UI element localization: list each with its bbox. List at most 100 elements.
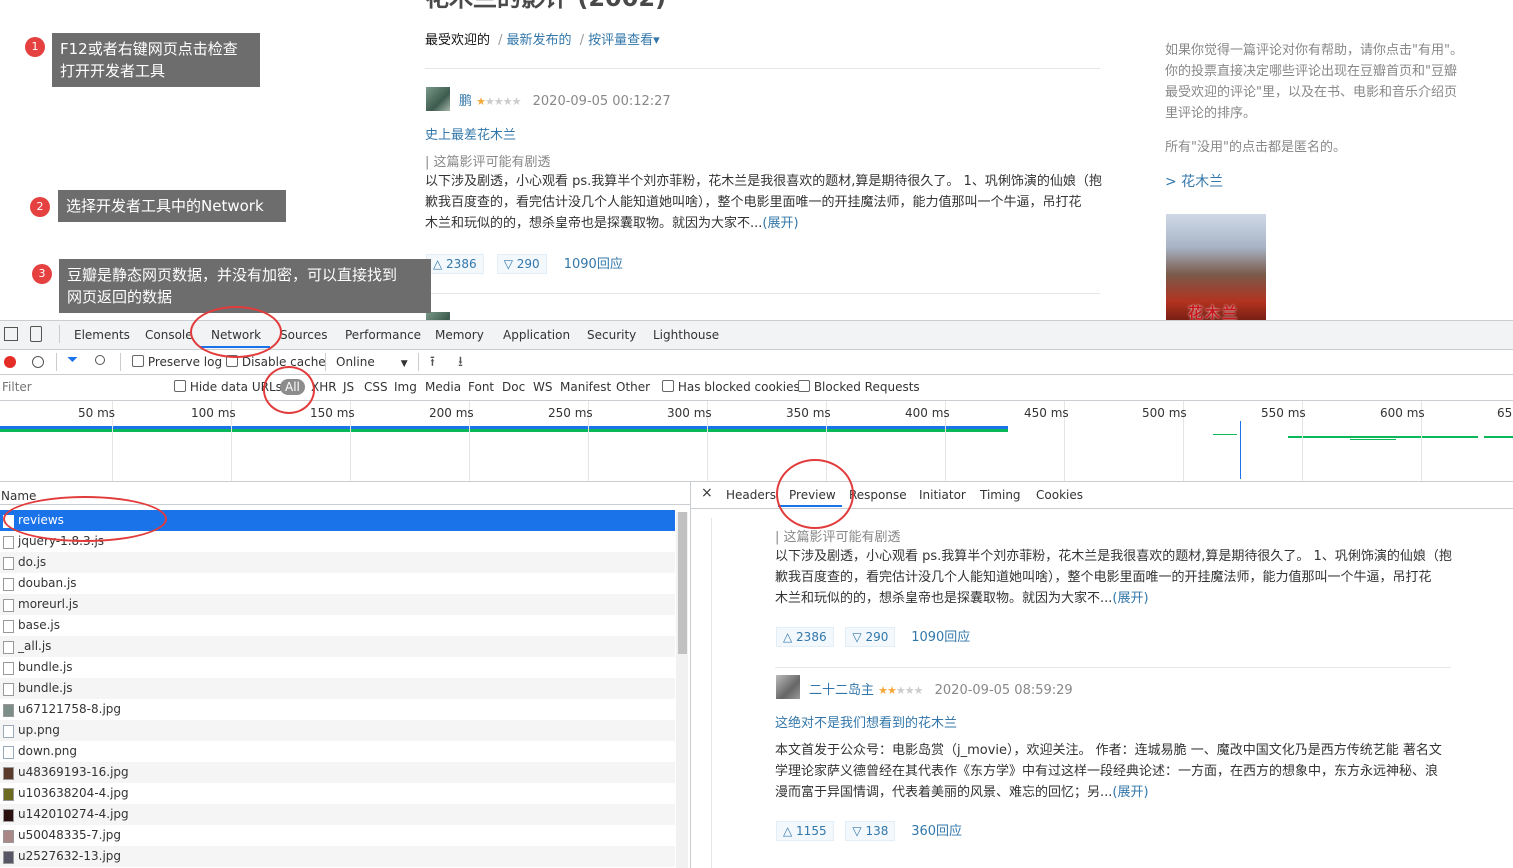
request-row[interactable]: base.js (0, 615, 675, 636)
preserve-log-checkbox[interactable]: Preserve log (132, 355, 222, 369)
request-row[interactable]: u50048335-7.jpg (0, 825, 675, 846)
request-list-scrollbar[interactable] (676, 512, 688, 868)
review-meta: 二十二岛主 ★★★★★ 2020-09-05 08:59:29 (809, 679, 1073, 698)
reviewer-name[interactable]: 二十二岛主 (809, 683, 874, 698)
reviewer-name[interactable]: 鹏 (459, 94, 472, 109)
tab-response[interactable]: Response (849, 488, 907, 502)
upvote-button[interactable]: △ 2386 (776, 627, 834, 647)
tick-label: 150 ms (310, 406, 355, 420)
tab-lighthouse[interactable]: Lighthouse (653, 328, 719, 342)
record-icon[interactable] (4, 356, 16, 368)
filter-type-other[interactable]: Other (616, 380, 650, 394)
scrollbar-thumb[interactable] (678, 512, 687, 654)
expand-link[interactable]: (展开) (1112, 785, 1148, 800)
reviewer-avatar[interactable] (426, 312, 450, 320)
review-meta: 鹏 ★★★★★ 2020-09-05 00:12:27 (459, 90, 671, 109)
clear-icon[interactable] (32, 356, 44, 368)
movie-poster[interactable]: 花木兰 (1166, 214, 1266, 320)
sort-most-popular[interactable]: 最受欢迎的 (425, 33, 490, 48)
downvote-button[interactable]: ▽ 290 (496, 254, 547, 274)
throttling-select[interactable]: Online ▼ (336, 355, 408, 369)
tick-label: 200 ms (429, 406, 474, 420)
request-row[interactable]: bundle.js (0, 678, 675, 699)
tick-label: 250 ms (548, 406, 593, 420)
replies-link[interactable]: 1090回应 (564, 257, 623, 272)
request-row[interactable]: bundle.js (0, 657, 675, 678)
tab-memory[interactable]: Memory (435, 328, 484, 342)
filter-icon[interactable]: ⏷ (67, 352, 78, 368)
search-icon[interactable] (95, 355, 105, 365)
sort-by-rating[interactable]: 按评量查看▾ (588, 33, 660, 48)
tab-performance[interactable]: Performance (345, 328, 421, 342)
filter-type-js[interactable]: JS (343, 380, 354, 394)
highlight-circle (776, 459, 854, 529)
sort-bar: 最受欢迎的 / 最新发布的 / 按评量查看▾ (425, 33, 660, 48)
tick-label: 300 ms (667, 406, 712, 420)
export-har-icon[interactable]: ⭳ (458, 351, 463, 375)
request-row[interactable]: u142010274-4.jpg (0, 804, 675, 825)
highlight-circle (3, 496, 167, 542)
review-excerpt: 本文首发于公众号：电影岛赏（j_movie），欢迎关注。 作者：连城易脆 一、魔… (775, 743, 1442, 800)
tick-label: 600 ms (1380, 406, 1425, 420)
sort-latest[interactable]: 最新发布的 (507, 33, 572, 48)
filter-type-media[interactable]: Media (425, 380, 461, 394)
inspect-element-icon[interactable] (4, 327, 18, 341)
reviewer-avatar[interactable] (776, 675, 800, 699)
filter-type-ws[interactable]: WS (533, 380, 552, 394)
tab-headers[interactable]: Headers (726, 488, 776, 502)
close-icon[interactable]: × (701, 485, 713, 501)
tab-initiator[interactable]: Initiator (919, 488, 966, 502)
review-title-link[interactable]: 史上最差花木兰 (425, 124, 516, 143)
divider (425, 293, 1100, 294)
expand-link[interactable]: (展开) (762, 216, 798, 231)
tick-label: 50 ms (78, 406, 116, 420)
upvote-button[interactable]: △ 1155 (776, 821, 834, 841)
expand-link[interactable]: (展开) (1112, 591, 1148, 606)
request-row[interactable]: do.js (0, 552, 675, 573)
rating-stars: ★★★★★ (476, 95, 521, 108)
filter-type-manifest[interactable]: Manifest (560, 380, 611, 394)
reviewer-avatar[interactable] (426, 87, 450, 111)
review-date: 2020-09-05 08:59:29 (934, 683, 1073, 698)
tab-elements[interactable]: Elements (74, 328, 130, 342)
annotation-note: F12或者右键网页点击检查 打开开发者工具 (52, 33, 260, 87)
filter-type-css[interactable]: CSS (364, 380, 388, 394)
replies-link[interactable]: 1090回应 (911, 630, 970, 645)
downvote-button[interactable]: ▽ 138 (845, 821, 896, 841)
import-har-icon[interactable]: ⭱ (430, 351, 435, 375)
tick-label: 650 (1497, 406, 1513, 420)
review-date: 2020-09-05 00:12:27 (532, 94, 671, 109)
step-badge: 3 (32, 264, 52, 284)
request-row[interactable]: u2527632-13.jpg (0, 846, 675, 867)
step-badge: 2 (30, 197, 50, 217)
blocked-requests-checkbox[interactable]: Blocked Requests (798, 380, 920, 394)
tab-cookies[interactable]: Cookies (1036, 488, 1083, 502)
downvote-button[interactable]: ▽ 290 (845, 627, 896, 647)
tab-security[interactable]: Security (587, 328, 636, 342)
request-row[interactable]: u67121758-8.jpg (0, 699, 675, 720)
upvote-button[interactable]: △ 2386 (426, 254, 484, 274)
tab-console[interactable]: Console (145, 328, 193, 342)
request-row[interactable]: _all.js (0, 636, 675, 657)
request-row[interactable]: u103638204-4.jpg (0, 783, 675, 804)
tab-timing[interactable]: Timing (980, 488, 1021, 502)
movie-link[interactable]: > 花木兰 (1165, 172, 1465, 193)
request-row[interactable]: up.png (0, 720, 675, 741)
request-row[interactable]: douban.js (0, 573, 675, 594)
tab-sources[interactable]: Sources (280, 328, 327, 342)
filter-type-img[interactable]: Img (394, 380, 417, 394)
review-title-link[interactable]: 这绝对不是我们想看到的花木兰 (775, 712, 957, 731)
replies-link[interactable]: 360回应 (911, 824, 962, 839)
device-toolbar-icon[interactable] (30, 326, 42, 342)
review-actions: △ 2386 ▽ 290 1090回应 (776, 626, 970, 647)
has-blocked-cookies-checkbox[interactable]: Has blocked cookies (662, 380, 800, 394)
timeline-ticks: 50 ms 100 ms 150 ms 200 ms 250 ms 300 ms… (0, 401, 1513, 423)
filter-input[interactable] (0, 377, 162, 397)
filter-type-font[interactable]: Font (468, 380, 494, 394)
request-row[interactable]: moreurl.js (0, 594, 675, 615)
filter-type-doc[interactable]: Doc (502, 380, 525, 394)
tab-application[interactable]: Application (503, 328, 570, 342)
request-row[interactable]: down.png (0, 741, 675, 762)
request-row[interactable]: u48369193-16.jpg (0, 762, 675, 783)
highlight-circle (190, 306, 282, 358)
